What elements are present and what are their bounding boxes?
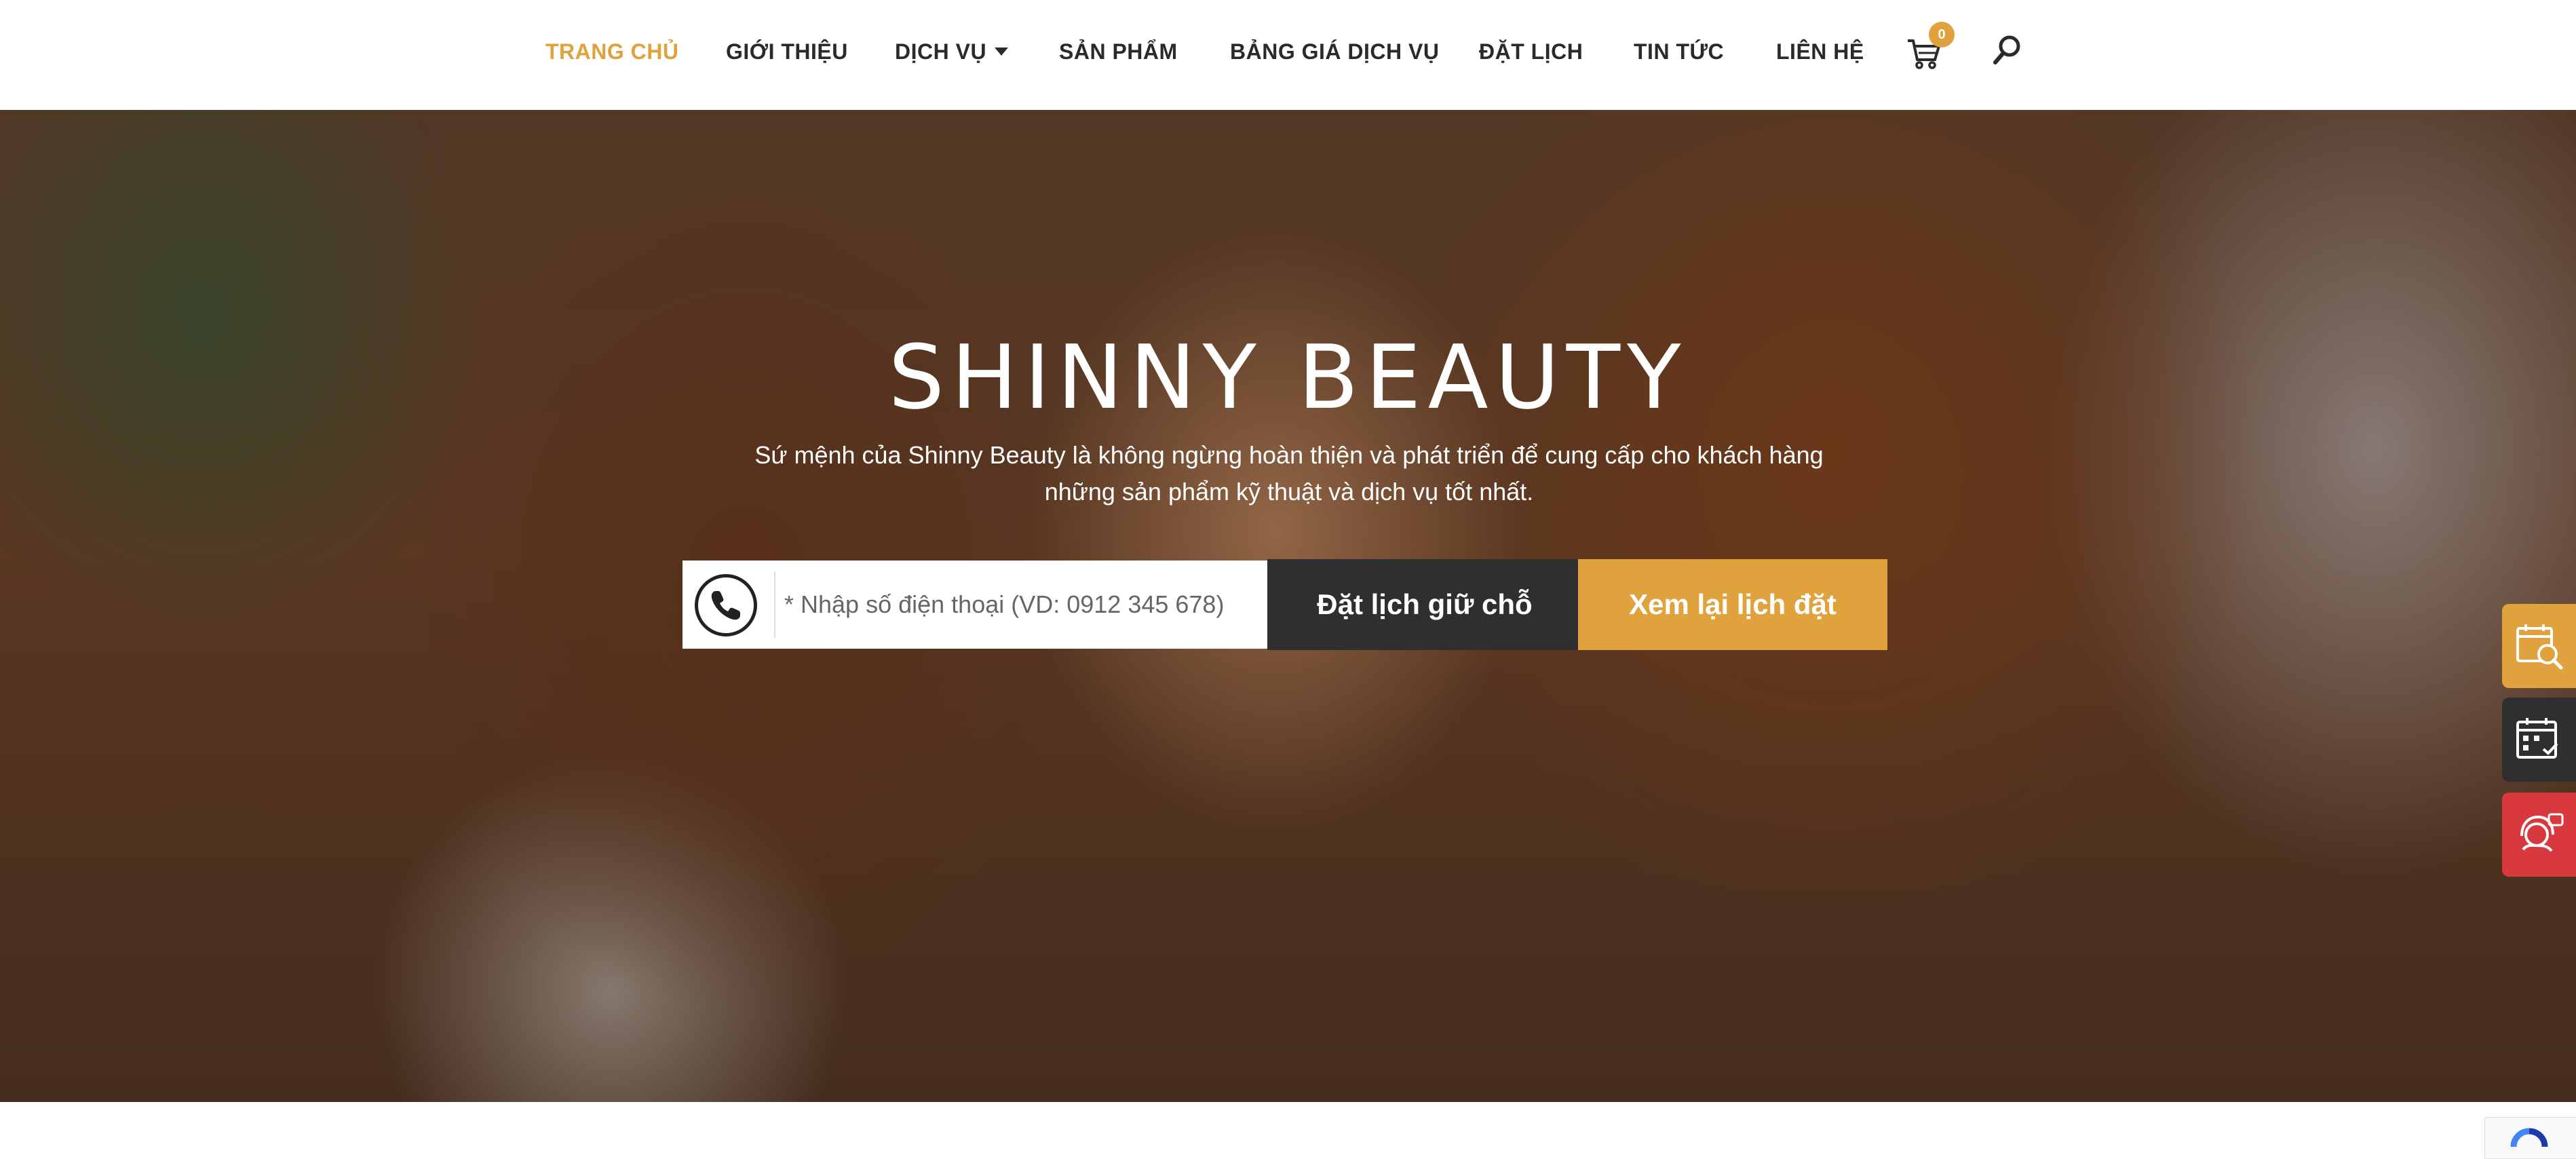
consultant-icon <box>2520 813 2563 852</box>
chevron-down-icon <box>995 47 1009 56</box>
phone-divider <box>774 571 775 638</box>
hero-subtitle-line-2: những sản phẩm kỹ thuật và dịch vụ tốt n… <box>1044 478 1534 506</box>
side-calendar-check-button[interactable] <box>2502 698 2576 782</box>
calendar-search-icon <box>2516 624 2562 670</box>
booking-form: Đặt lịch giữ chỗ Xem lại lịch đặt <box>683 559 1887 650</box>
side-calendar-search-button[interactable] <box>2502 604 2576 688</box>
top-navbar: TRANG CHỦ GIỚI THIỆU DỊCH VỤ SẢN PHẨM BẢ… <box>0 0 2576 110</box>
view-booking-button[interactable]: Xem lại lịch đặt <box>1578 559 1887 650</box>
nav-item-booking[interactable]: ĐẶT LỊCH <box>1479 35 1583 68</box>
side-consultant-button[interactable] <box>2502 793 2576 877</box>
nav-item-price-list[interactable]: BẢNG GIÁ DỊCH VỤ <box>1230 35 1439 68</box>
hero-title: SHINNY BEAUTY <box>888 326 1688 429</box>
phone-input[interactable] <box>784 575 1252 634</box>
nav-item-products[interactable]: SẢN PHẨM <box>1059 35 1178 68</box>
nav-item-services[interactable]: DỊCH VỤ <box>895 35 1009 68</box>
book-appointment-button[interactable]: Đặt lịch giữ chỗ <box>1267 559 1582 650</box>
cart-count-badge: 0 <box>1929 22 1955 48</box>
hero-subtitle-line-1: Sứ mệnh của Shinny Beauty là không ngừng… <box>754 441 1824 469</box>
nav-item-home[interactable]: TRANG CHỦ <box>545 35 678 68</box>
search-icon <box>1993 35 2020 64</box>
search-button[interactable] <box>1991 33 2024 66</box>
nav-item-contact[interactable]: LIÊN HỆ <box>1776 35 1864 68</box>
main-menu: TRANG CHỦ GIỚI THIỆU DỊCH VỤ SẢN PHẨM BẢ… <box>0 0 2576 110</box>
recaptcha-badge <box>2484 1117 2576 1159</box>
calendar-check-icon <box>2516 718 2558 759</box>
nav-item-about[interactable]: GIỚI THIỆU <box>726 35 848 68</box>
recaptcha-icon <box>2510 1128 2548 1147</box>
phone-field-wrapper <box>683 560 1267 649</box>
phone-icon <box>695 574 757 636</box>
nav-item-services-label: DỊCH VỤ <box>895 39 987 64</box>
hero-subtitle: Sứ mệnh của Shinny Beauty là không ngừng… <box>746 437 1832 510</box>
nav-item-news[interactable]: TIN TỨC <box>1634 35 1724 68</box>
